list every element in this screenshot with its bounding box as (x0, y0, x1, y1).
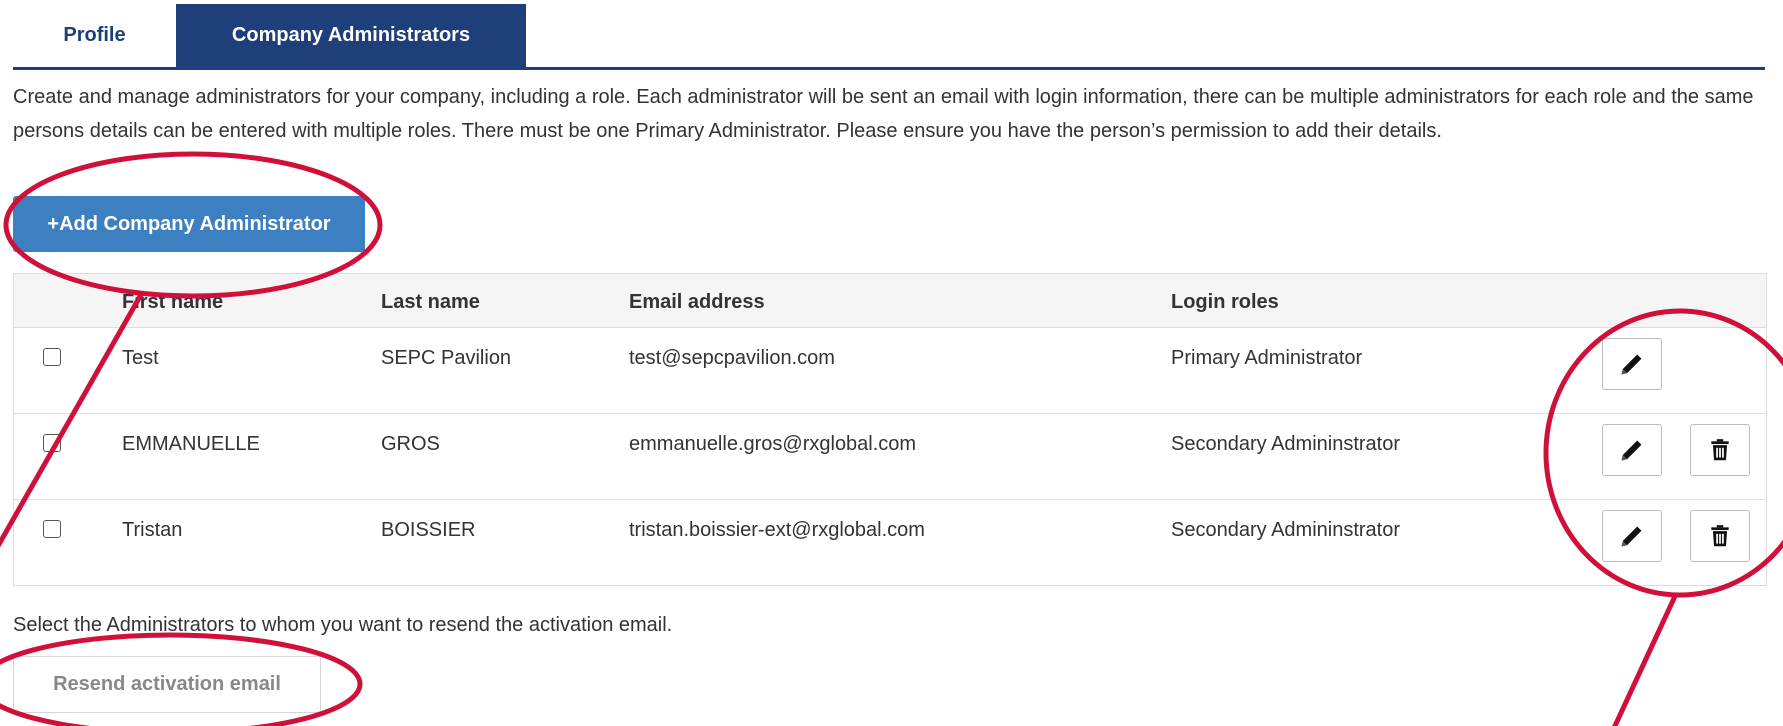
page-description: Create and manage administrators for you… (13, 86, 1754, 142)
last-name-cell: BOISSIER (381, 519, 476, 541)
pencil-icon (1621, 354, 1642, 375)
trash-icon (1711, 525, 1729, 547)
row-select-checkbox[interactable] (43, 520, 61, 538)
first-name-cell: Test (122, 347, 159, 369)
login-role-cell: Secondary Admininstrator (1171, 519, 1401, 541)
last-name-cell: GROS (381, 433, 440, 455)
login-role-cell: Primary Administrator (1171, 347, 1363, 369)
table-row: EMMANUELLE GROS emmanuelle.gros@rxglobal… (14, 414, 1766, 500)
login-role-cell: Secondary Admininstrator (1171, 433, 1401, 455)
table-header: First name Last name Email address Login… (14, 274, 1766, 328)
delete-button[interactable] (1690, 510, 1750, 562)
email-cell: test@sepcpavilion.com (629, 347, 835, 369)
column-header-first-name: First name (122, 291, 224, 313)
first-name-cell: Tristan (122, 519, 183, 541)
resend-activation-email-button[interactable]: Resend activation email (13, 656, 321, 713)
tab-profile[interactable]: Profile (13, 4, 176, 67)
annotation-line-action-buttons (1612, 592, 1679, 726)
row-select-checkbox[interactable] (43, 434, 61, 452)
tab-company-administrators[interactable]: Company Administrators (176, 4, 526, 67)
edit-button[interactable] (1602, 424, 1662, 476)
first-name-cell: EMMANUELLE (122, 433, 260, 455)
administrators-table: First name Last name Email address Login… (13, 273, 1767, 586)
add-company-administrator-button[interactable]: +Add Company Administrator (13, 196, 365, 252)
edit-button[interactable] (1602, 338, 1662, 390)
trash-icon (1711, 439, 1729, 461)
pencil-icon (1621, 440, 1642, 461)
table-row: Test SEPC Pavilion test@sepcpavilion.com… (14, 328, 1766, 414)
tab-bar: Profile Company Administrators (13, 4, 1765, 70)
edit-button[interactable] (1602, 510, 1662, 562)
column-header-last-name: Last name (381, 291, 480, 313)
pencil-icon (1621, 526, 1642, 547)
column-header-login-roles: Login roles (1171, 291, 1279, 313)
resend-instructions: Select the Administrators to whom you wa… (13, 614, 673, 636)
table-row: Tristan BOISSIER tristan.boissier-ext@rx… (14, 500, 1766, 585)
column-header-email: Email address (629, 291, 765, 313)
email-cell: emmanuelle.gros@rxglobal.com (629, 433, 917, 455)
email-cell: tristan.boissier-ext@rxglobal.com (629, 519, 925, 541)
delete-button[interactable] (1690, 424, 1750, 476)
row-select-checkbox[interactable] (43, 348, 61, 366)
last-name-cell: SEPC Pavilion (381, 347, 512, 369)
